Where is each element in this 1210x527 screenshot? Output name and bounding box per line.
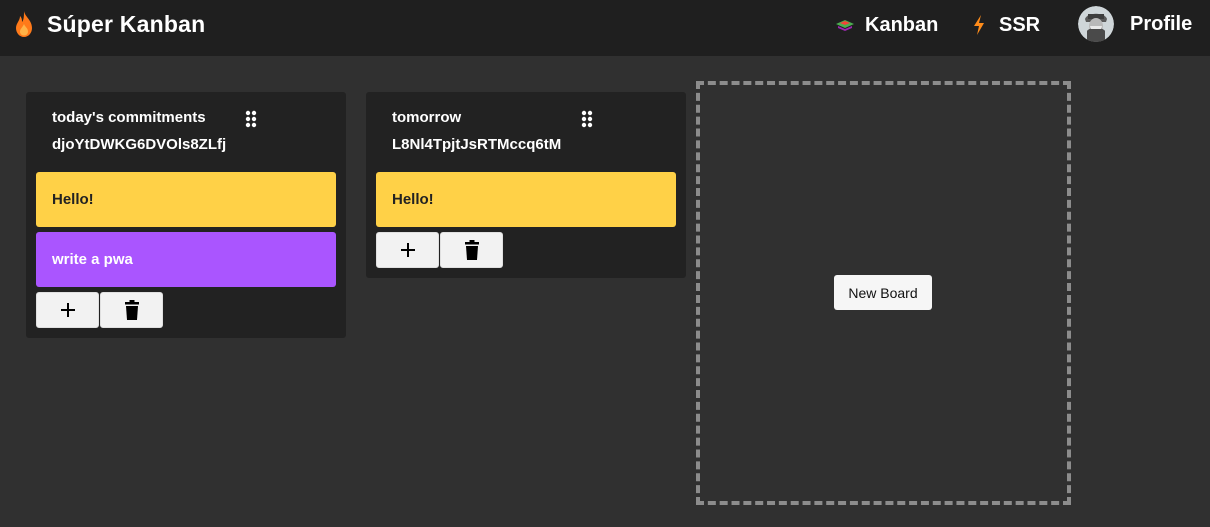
- card[interactable]: Hello!: [376, 172, 676, 227]
- flame-icon: [16, 11, 32, 37]
- nav-ssr[interactable]: SSR: [971, 10, 1040, 40]
- board-header: today's commitments djoYtDWKG6DVOls8ZLfj: [52, 104, 226, 158]
- trash-icon: [464, 240, 479, 260]
- trash-icon: [124, 300, 139, 320]
- board-id: djoYtDWKG6DVOls8ZLfj: [52, 136, 227, 153]
- delete-board-button[interactable]: [100, 292, 163, 328]
- avatar: [1078, 6, 1114, 42]
- nav-ssr-label: SSR: [999, 13, 1041, 36]
- board-column: today's commitments djoYtDWKG6DVOls8ZLfj…: [26, 92, 346, 338]
- card-text: Hello!: [392, 191, 434, 208]
- brand[interactable]: Súper Kanban: [12, 10, 205, 38]
- nav-profile[interactable]: Profile: [1078, 6, 1192, 42]
- board-id: L8Nl4TpjtJsRTMccq6tM: [392, 136, 562, 153]
- card-text: Hello!: [52, 191, 94, 208]
- board-header: tomorrow L8Nl4TpjtJsRTMccq6tM: [392, 104, 561, 158]
- board-title: tomorrow: [392, 109, 462, 126]
- plus-icon: [60, 303, 75, 317]
- drag-handle-icon[interactable]: [245, 110, 257, 128]
- top-bar: Súper Kanban Kanban SSR Profile: [0, 0, 1210, 56]
- nav-kanban[interactable]: Kanban: [834, 10, 938, 40]
- card[interactable]: Hello!: [36, 172, 336, 227]
- lightning-icon: [974, 15, 984, 35]
- plus-icon: [400, 243, 415, 257]
- new-board-button[interactable]: New Board: [834, 275, 932, 310]
- app-title: Súper Kanban: [47, 10, 206, 37]
- drag-handle-icon[interactable]: [581, 110, 593, 128]
- nav-kanban-label: Kanban: [865, 13, 939, 36]
- add-card-button[interactable]: [376, 232, 439, 268]
- card-text: write a pwa: [52, 251, 133, 268]
- delete-board-button[interactable]: [440, 232, 503, 268]
- card[interactable]: write a pwa: [36, 232, 336, 287]
- nav-profile-label: Profile: [1130, 12, 1193, 35]
- board-title: today's commitments: [52, 109, 206, 126]
- kanban-icon: [836, 20, 854, 31]
- board-column: tomorrow L8Nl4TpjtJsRTMccq6tM Hello!: [366, 92, 686, 278]
- add-card-button[interactable]: [36, 292, 99, 328]
